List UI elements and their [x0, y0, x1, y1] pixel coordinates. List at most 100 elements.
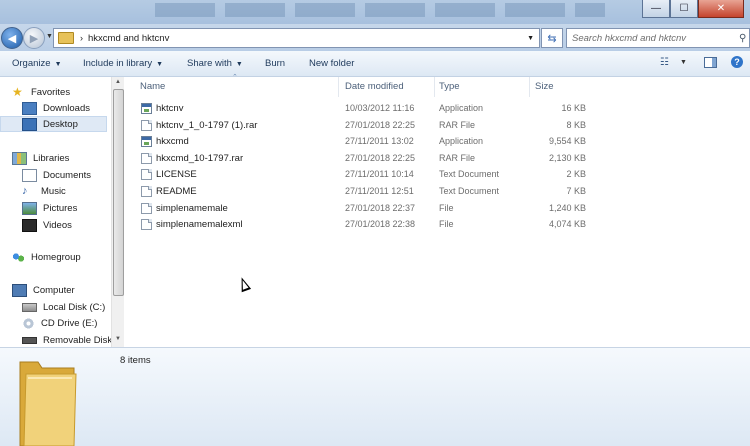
- file-type: Application: [439, 136, 484, 146]
- nav-label: CD Drive (E:): [41, 317, 98, 329]
- breadcrumb-separator-icon[interactable]: ›: [80, 33, 83, 43]
- file-type: File: [439, 219, 454, 229]
- help-icon[interactable]: ?: [731, 56, 743, 68]
- view-dropdown-icon[interactable]: ▼: [680, 59, 687, 66]
- organize-menu[interactable]: Organize ▼: [12, 58, 62, 69]
- burn-button[interactable]: Burn: [265, 58, 285, 69]
- include-in-library-menu[interactable]: Include in library ▼: [83, 58, 163, 69]
- file-row[interactable]: simplenamemale 27/01/2018 22:37 File 1,2…: [124, 201, 750, 217]
- documents-icon: [22, 168, 37, 182]
- file-row[interactable]: hktcnv 10/03/2012 11:16 Application 16 K…: [124, 101, 750, 117]
- nav-favorites[interactable]: ★ Favorites: [12, 84, 70, 100]
- nav-label: Desktop: [43, 118, 78, 130]
- column-header-size[interactable]: Size: [535, 81, 553, 92]
- file-row[interactable]: hkxcmd 27/11/2011 13:02 Application 9,55…: [124, 134, 750, 150]
- file-date: 27/11/2011 10:14: [345, 169, 414, 179]
- breadcrumb-current[interactable]: hkxcmd and hktcnv: [88, 33, 169, 44]
- scroll-down-icon[interactable]: ▼: [115, 336, 121, 342]
- nav-removable-disk[interactable]: Removable Disk (: [22, 332, 111, 347]
- back-arrow-icon: ◀: [7, 32, 17, 45]
- address-bar[interactable]: › hkxcmd and hktcnv ▼: [53, 28, 540, 48]
- file-row[interactable]: hktcnv_1_0-1797 (1).rar 27/01/2018 22:25…: [124, 118, 750, 134]
- pictures-icon: [22, 201, 37, 215]
- nav-label: Removable Disk (: [43, 334, 111, 346]
- nav-libraries[interactable]: Libraries: [12, 150, 69, 166]
- sort-ascending-icon: ⌃: [232, 74, 238, 81]
- file-name: simplenamemale: [156, 203, 228, 214]
- file-name: hkxcmd: [156, 136, 189, 147]
- file-name: hkxcmd_10-1797.rar: [156, 153, 244, 164]
- change-view-icon[interactable]: ☷: [660, 57, 669, 68]
- file-icon: [141, 219, 152, 230]
- large-folder-icon: [19, 361, 77, 446]
- file-row[interactable]: simplenamemalexml 27/01/2018 22:38 File …: [124, 217, 750, 233]
- file-date: 27/11/2011 12:51: [345, 186, 414, 196]
- downloads-folder-icon: [22, 101, 37, 115]
- file-name: README: [156, 186, 197, 197]
- nav-pictures[interactable]: Pictures: [22, 200, 77, 216]
- libraries-icon: [12, 151, 27, 165]
- column-header-type[interactable]: Type: [439, 81, 460, 92]
- column-divider[interactable]: [529, 77, 530, 97]
- preview-pane-icon[interactable]: [704, 57, 717, 68]
- background-window-ghost: [155, 3, 605, 17]
- file-size: 9,554 KB: [548, 136, 586, 146]
- nav-label: Favorites: [31, 86, 71, 98]
- file-row[interactable]: README 27/11/2011 12:51 Text Document 7 …: [124, 184, 750, 200]
- file-row[interactable]: hkxcmd_10-1797.rar 27/01/2018 22:25 RAR …: [124, 151, 750, 167]
- computer-icon: [12, 283, 27, 297]
- file-icon: [141, 120, 152, 131]
- column-divider[interactable]: [434, 77, 435, 97]
- folder-icon: [58, 32, 74, 44]
- forward-button[interactable]: ▶: [23, 27, 45, 49]
- title-bar: — ☐ ✕: [0, 0, 750, 24]
- nav-desktop[interactable]: Desktop: [0, 116, 107, 132]
- file-icon: [141, 153, 152, 164]
- share-with-menu[interactable]: Share with ▼: [187, 58, 243, 69]
- nav-videos[interactable]: Videos: [22, 217, 72, 233]
- refresh-button[interactable]: ⇆: [541, 28, 563, 48]
- item-count: 8 items: [120, 355, 151, 366]
- file-date: 10/03/2012 11:16: [345, 103, 415, 113]
- column-header-name[interactable]: Name: [140, 81, 165, 92]
- nav-cd-drive[interactable]: CD Drive (E:): [22, 315, 97, 331]
- window-controls: — ☐ ✕: [642, 0, 744, 18]
- close-button[interactable]: ✕: [698, 0, 744, 18]
- file-date: 27/01/2018 22:25: [345, 153, 416, 163]
- nav-local-disk[interactable]: Local Disk (C:): [22, 299, 105, 315]
- file-size: 16 KB: [561, 103, 586, 113]
- scroll-up-icon[interactable]: ▲: [115, 79, 121, 85]
- command-bar: Organize ▼ Include in library ▼ Share with…: [0, 51, 750, 77]
- back-button[interactable]: ◀: [1, 27, 23, 49]
- file-type: RAR File: [439, 153, 476, 163]
- videos-icon: [22, 218, 37, 232]
- search-icon[interactable]: ⚲: [739, 33, 746, 44]
- file-icon: [141, 203, 152, 214]
- file-size: 4,074 KB: [548, 219, 586, 229]
- new-folder-button[interactable]: New folder: [309, 58, 354, 69]
- search-box[interactable]: ⚲: [566, 28, 750, 48]
- nav-homegroup[interactable]: Homegroup: [12, 249, 81, 265]
- file-row[interactable]: LICENSE 27/11/2011 10:14 Text Document 2…: [124, 167, 750, 183]
- nav-label: Local Disk (C:): [43, 301, 106, 313]
- chevron-down-icon: ▼: [235, 61, 243, 68]
- navigation-scrollbar[interactable]: ▲ ▼: [111, 77, 124, 347]
- nav-music[interactable]: ♪ Music: [22, 183, 66, 199]
- nav-documents[interactable]: Documents: [22, 167, 91, 183]
- column-header-date-modified[interactable]: Date modified: [345, 81, 404, 92]
- minimize-button[interactable]: —: [642, 0, 670, 18]
- file-date: 27/11/2011 13:02: [345, 136, 414, 146]
- maximize-button[interactable]: ☐: [670, 0, 698, 18]
- scrollbar-thumb[interactable]: [113, 89, 124, 296]
- file-list: ⌃ Name Date modified Type Size hktcnv 10…: [124, 74, 750, 347]
- nav-downloads[interactable]: Downloads: [22, 100, 90, 116]
- search-input[interactable]: [567, 31, 739, 45]
- column-divider[interactable]: [338, 77, 339, 97]
- nav-label: Downloads: [43, 102, 90, 114]
- nav-computer[interactable]: Computer: [12, 282, 75, 298]
- include-in-library-label: Include in library: [83, 58, 153, 69]
- file-type: Text Document: [439, 186, 500, 196]
- recent-pages-dropdown-icon[interactable]: ▼: [46, 33, 53, 40]
- file-icon: [141, 186, 152, 197]
- address-dropdown-icon[interactable]: ▼: [527, 35, 534, 42]
